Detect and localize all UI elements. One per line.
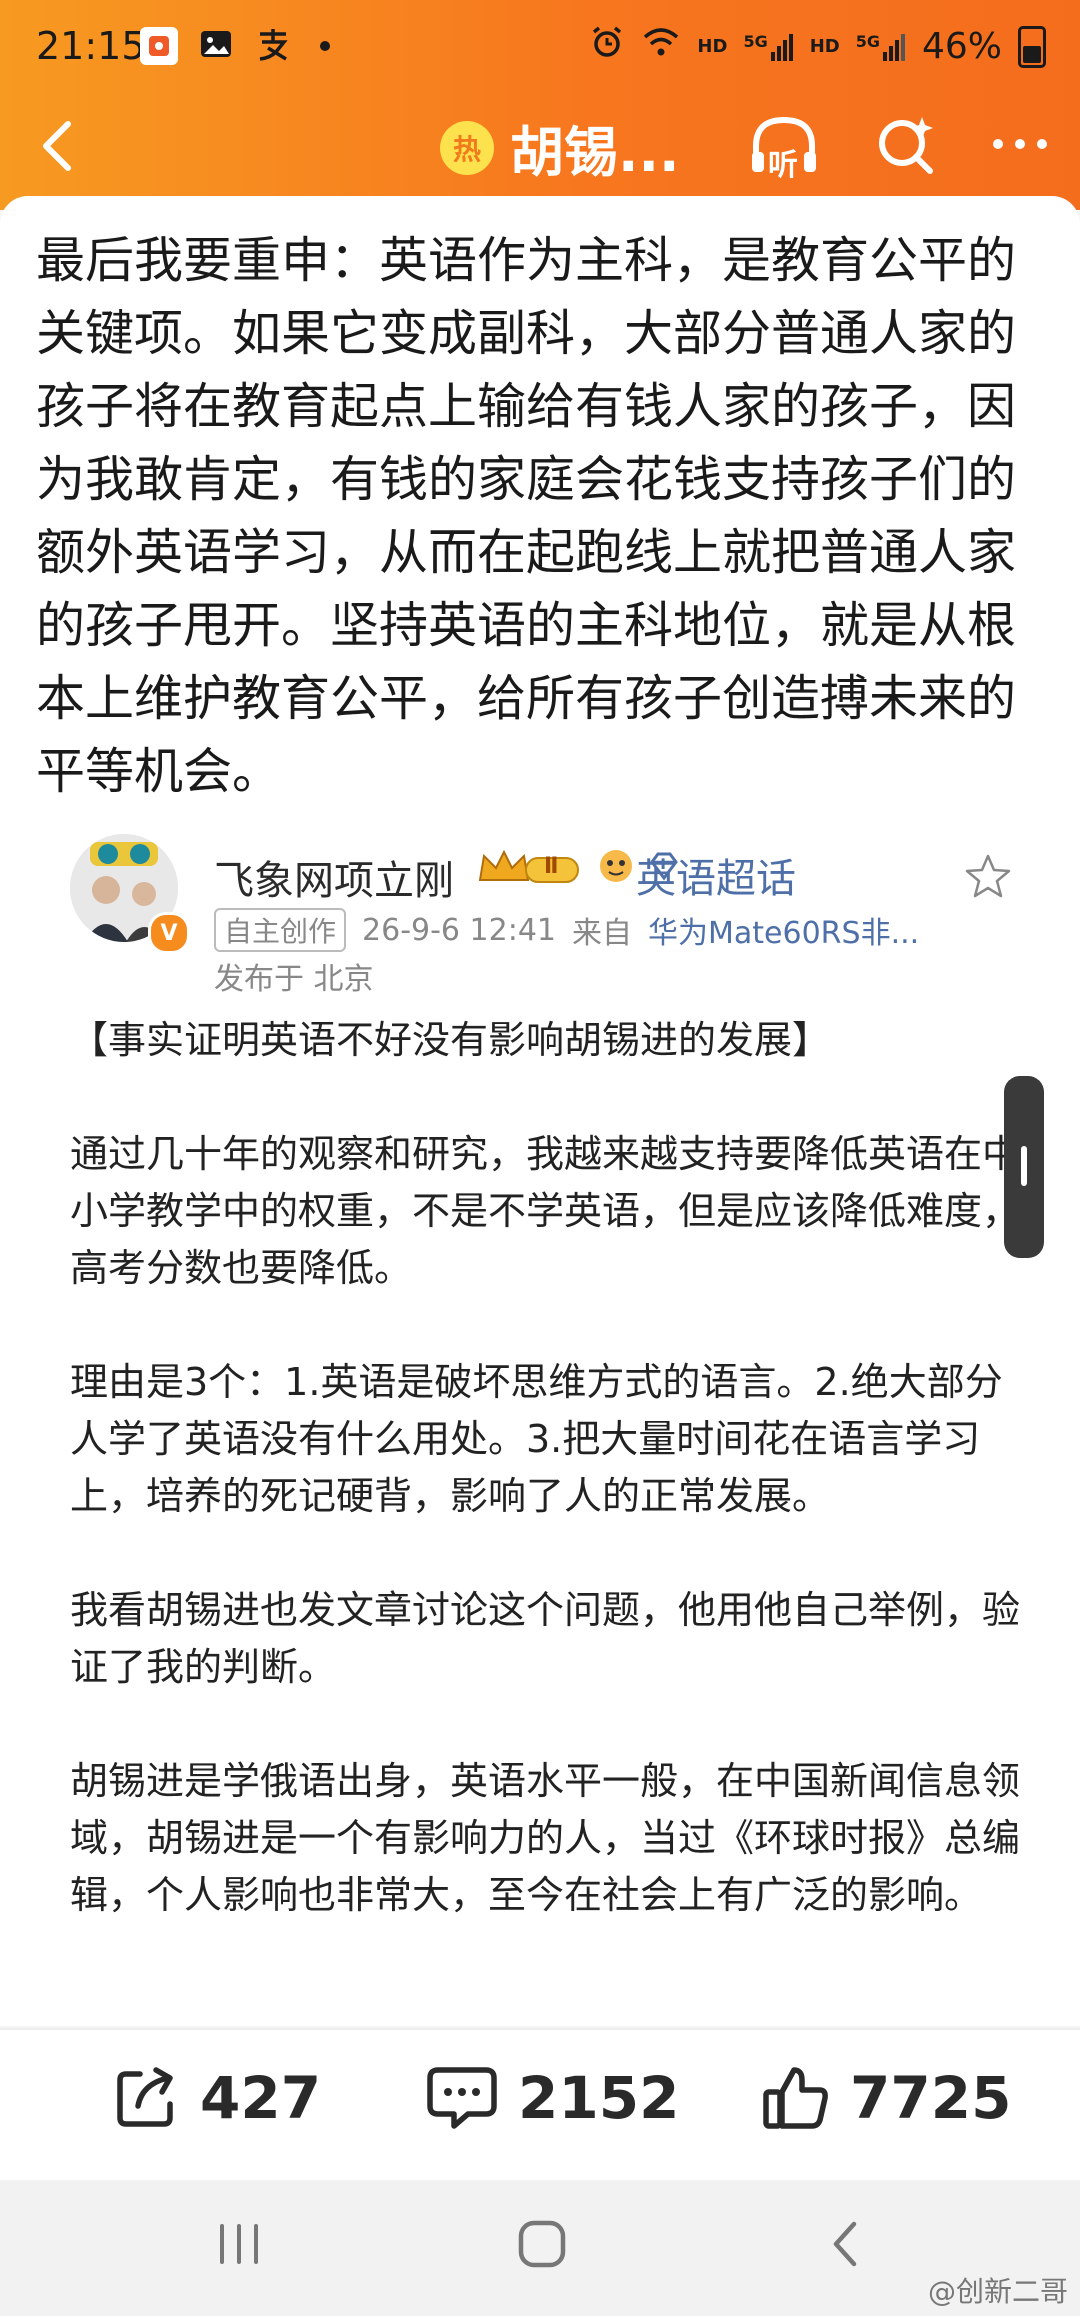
system-back-button[interactable]	[820, 2214, 870, 2278]
comment-button[interactable]: 2152	[424, 2062, 679, 2134]
battery-icon	[1018, 25, 1046, 68]
nav-actions: 听	[744, 106, 1050, 186]
comment-count: 2152	[518, 2064, 680, 2132]
fan-badge-icon	[596, 846, 636, 890]
listen-button[interactable]: 听	[744, 106, 824, 186]
post-meta: 自主创作 26-9-6 12:41 来自 华为Mate60RS非...	[214, 908, 919, 952]
super-topic-link[interactable]: 英语超话	[636, 846, 796, 904]
like-button[interactable]: 7725	[760, 2062, 1011, 2134]
status-time: 21:15	[36, 24, 146, 68]
system-status-icons: HD 5G HD 5G 46%	[589, 24, 1046, 69]
crown-level-icon: Ⅱ	[476, 846, 586, 890]
scrollbar-handle[interactable]	[1004, 1076, 1044, 1258]
more-options-button[interactable]	[990, 124, 1050, 168]
alipay-icon	[254, 26, 292, 66]
thumbs-up-icon	[763, 2067, 828, 2129]
article-paragraph: 最后我要重申：英语作为主科，是教育公平的关键项。如果它变成副科，大部分普通人家的…	[36, 232, 1017, 800]
page-title: 胡锡...	[510, 121, 680, 184]
listen-label: 听	[768, 148, 798, 183]
verified-badge-icon: V	[148, 912, 190, 954]
signal-icon-1: 5G	[743, 32, 793, 62]
level-badge-text: Ⅱ	[544, 854, 559, 879]
post-timestamp: 26-9-6 12:41	[362, 912, 557, 948]
battery-percent: 46%	[921, 26, 1002, 67]
comment-icon	[427, 2067, 497, 2129]
embedded-post-body: 【事实证明英语不好没有影响胡锡进的发展】 通过几十年的观察和研究，我越来越支持要…	[70, 1018, 1021, 1917]
alarm-icon	[589, 24, 625, 69]
gallery-icon	[198, 26, 234, 66]
share-count: 427	[200, 2064, 322, 2132]
back-button[interactable]	[30, 106, 90, 186]
action-bar: 427 2152 7725	[0, 2028, 1080, 2180]
system-navigation-bar	[0, 2180, 1080, 2316]
favorite-star-icon[interactable]	[964, 852, 1012, 904]
app-header: 21:15 HD 5G HD 5G 46% 热 胡锡... 听	[0, 0, 1080, 210]
content-card: 最后我要重申：英语作为主科，是教育公平的关键项。如果它变成副科，大部分普通人家的…	[0, 196, 1080, 2026]
topic-title[interactable]: 热 胡锡...	[440, 108, 680, 187]
home-button[interactable]	[512, 2214, 572, 2278]
notification-icons	[140, 26, 330, 66]
search-button[interactable]	[872, 109, 942, 183]
network-type-1: 5G	[743, 31, 768, 51]
app-notification-icon	[140, 27, 178, 65]
share-icon	[117, 2067, 173, 2127]
share-button[interactable]: 427	[110, 2062, 321, 2134]
hot-badge-icon: 热	[440, 120, 494, 175]
embedded-weibo-post[interactable]: V 飞象网项立刚 Ⅱ 英语超话 自主创作 26-9-6 12:41 来自 华为M…	[36, 808, 1046, 2026]
hd-label-2: HD	[809, 36, 840, 57]
hd-label-1: HD	[697, 36, 728, 57]
wifi-icon	[641, 25, 681, 68]
more-notifications-dot	[320, 41, 330, 51]
device-source[interactable]: 华为Mate60RS非...	[648, 908, 919, 952]
status-bar: 21:15 HD 5G HD 5G 46%	[0, 0, 1080, 96]
post-location: 发布于 北京	[214, 962, 374, 997]
original-tag: 自主创作	[214, 908, 347, 952]
network-type-2: 5G	[855, 31, 880, 51]
like-count: 7725	[850, 2064, 1012, 2132]
username[interactable]: 飞象网项立刚	[214, 848, 454, 906]
signal-icon-2: 5G	[856, 32, 906, 62]
top-nav: 热 胡锡... 听	[0, 96, 1080, 206]
recent-apps-button[interactable]	[214, 2214, 264, 2278]
source-prefix: 来自	[572, 916, 633, 951]
watermark: @创新二哥	[927, 2275, 1068, 2308]
